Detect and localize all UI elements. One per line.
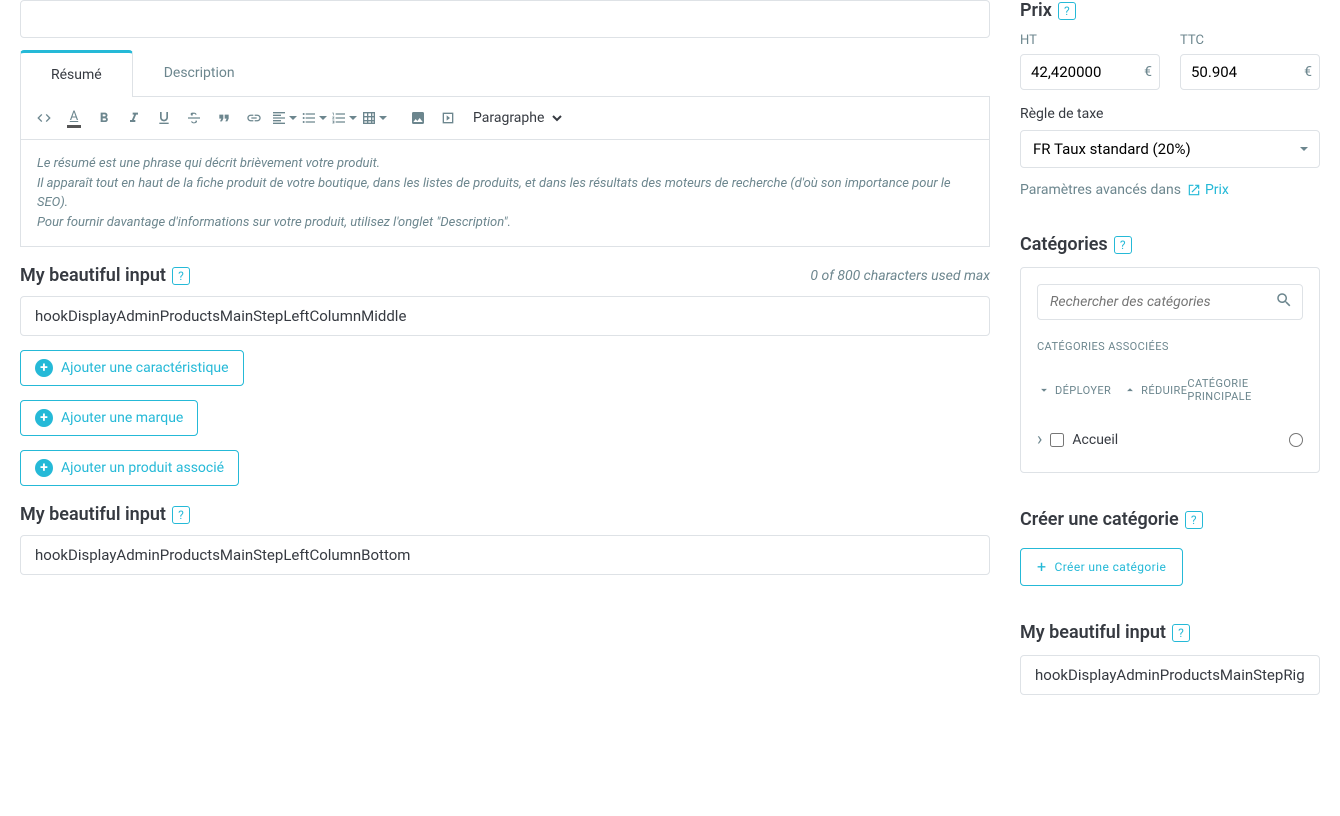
tab-resume[interactable]: Résumé (20, 50, 133, 97)
input1-label: My beautiful input ? (20, 265, 190, 286)
search-icon[interactable] (1275, 291, 1293, 313)
input-bottom[interactable] (20, 535, 990, 575)
price-link[interactable]: Prix (1187, 182, 1229, 198)
category-name: Accueil (1072, 432, 1118, 448)
italic-icon[interactable] (121, 105, 147, 131)
input-right[interactable] (1020, 655, 1320, 695)
price-title: Prix ? (1020, 0, 1320, 21)
plus-icon: + (35, 459, 53, 477)
expand-button[interactable]: DÉPLOYER (1037, 383, 1111, 397)
categories-title: Catégories ? (1020, 234, 1320, 255)
ul-icon[interactable] (301, 105, 327, 131)
plus-icon: + (35, 359, 53, 377)
categories-box: CATÉGORIES ASSOCIÉES DÉPLOYER RÉDUIRE CA… (1020, 267, 1320, 473)
add-related-button[interactable]: +Ajouter un produit associé (20, 450, 239, 486)
editor-content[interactable]: Le résumé est une phrase qui décrit briè… (20, 140, 990, 247)
help-icon[interactable]: ? (1114, 236, 1132, 254)
table-icon[interactable] (361, 105, 387, 131)
text-color-icon[interactable]: A (61, 105, 87, 131)
align-icon[interactable] (271, 105, 297, 131)
price-ttc-input[interactable] (1180, 54, 1320, 90)
currency-suffix: € (1144, 64, 1152, 80)
chevron-down-icon (1300, 147, 1308, 151)
input2-label: My beautiful input ? (20, 504, 190, 525)
format-select[interactable]: Paragraphe (465, 105, 565, 131)
main-category-radio[interactable] (1289, 433, 1303, 447)
ht-label: HT (1020, 33, 1160, 48)
quote-icon[interactable] (211, 105, 237, 131)
tax-rule-label: Règle de taxe (1020, 106, 1320, 122)
image-icon[interactable] (405, 105, 431, 131)
placeholder-line: Pour fournir davantage d'informations su… (37, 213, 973, 233)
help-icon[interactable]: ? (1058, 2, 1076, 20)
bold-icon[interactable] (91, 105, 117, 131)
add-feature-button[interactable]: +Ajouter une caractéristique (20, 350, 244, 386)
editor-toolbar: A Paragraphe (20, 97, 990, 140)
ol-icon[interactable] (331, 105, 357, 131)
create-cat-title: Créer une catégorie ? (1020, 509, 1320, 530)
video-icon[interactable] (435, 105, 461, 131)
advanced-params-row: Paramètres avancés dans Prix (1020, 182, 1320, 198)
help-icon[interactable]: ? (172, 267, 190, 285)
external-link-icon (1187, 183, 1201, 197)
tab-description[interactable]: Description (133, 50, 266, 96)
category-row: › Accueil (1037, 429, 1303, 456)
help-icon[interactable]: ? (172, 506, 190, 524)
currency-suffix: € (1304, 64, 1312, 80)
plus-icon: + (35, 409, 53, 427)
underline-icon[interactable] (151, 105, 177, 131)
blank-field[interactable] (20, 0, 990, 38)
placeholder-line: Le résumé est une phrase qui décrit briè… (37, 154, 973, 174)
create-category-button[interactable]: + Créer une catégorie (1020, 548, 1183, 586)
main-cat-label: CATÉGORIE PRINCIPALE (1187, 377, 1303, 403)
link-icon[interactable] (241, 105, 267, 131)
chevron-right-icon[interactable]: › (1037, 429, 1042, 450)
help-icon[interactable]: ? (1172, 624, 1190, 642)
category-checkbox[interactable] (1050, 433, 1064, 447)
code-icon[interactable] (31, 105, 57, 131)
category-search-input[interactable] (1037, 284, 1303, 320)
input3-label: My beautiful input ? (1020, 622, 1320, 643)
strike-icon[interactable] (181, 105, 207, 131)
help-icon[interactable]: ? (1185, 511, 1203, 529)
tax-rule-select[interactable]: FR Taux standard (20%) (1020, 130, 1320, 168)
char-count: 0 of 800 characters used max (810, 268, 990, 284)
plus-icon: + (1037, 559, 1046, 575)
price-ht-input[interactable] (1020, 54, 1160, 90)
assoc-label: CATÉGORIES ASSOCIÉES (1037, 340, 1303, 353)
add-brand-button[interactable]: +Ajouter une marque (20, 400, 198, 436)
placeholder-line: Il apparaît tout en haut de la fiche pro… (37, 174, 973, 213)
collapse-button[interactable]: RÉDUIRE (1123, 383, 1187, 397)
description-tabs: Résumé Description (20, 50, 990, 97)
input-middle[interactable] (20, 296, 990, 336)
ttc-label: TTC (1180, 33, 1320, 48)
